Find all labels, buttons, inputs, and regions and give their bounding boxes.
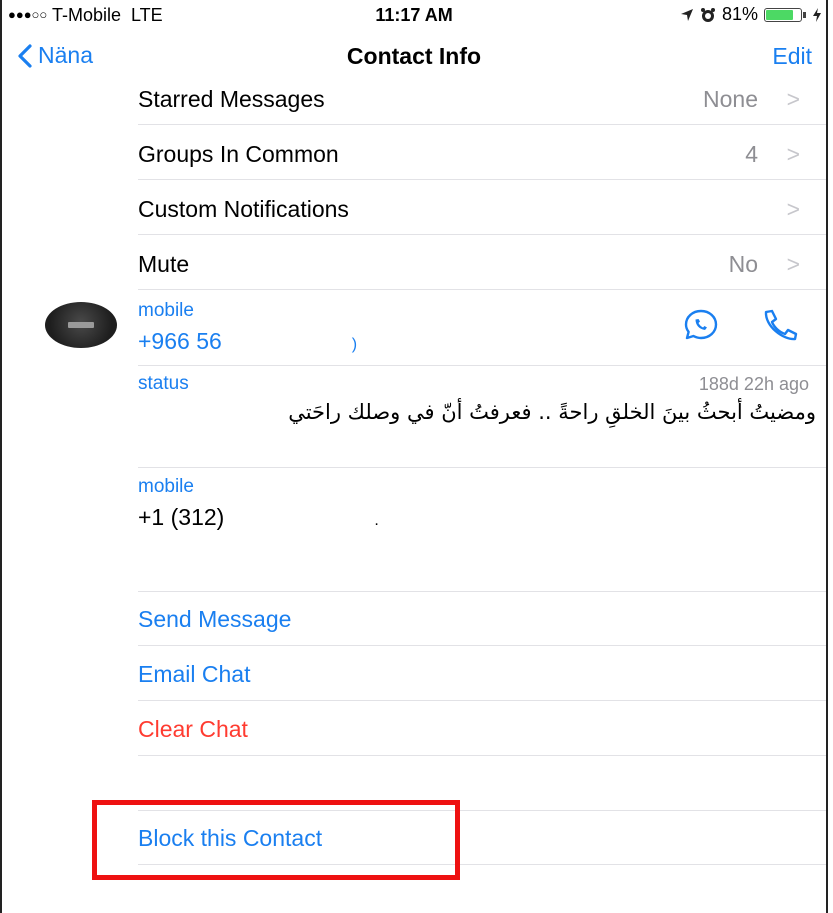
chevron-right-icon: > [786,86,800,112]
row-label: Mute [138,251,190,277]
location-arrow-icon [680,8,693,21]
row-separator [138,700,826,701]
row-separator [138,591,826,592]
alarm-clock-icon [700,7,715,22]
row-separator [138,755,826,756]
charging-bolt-icon [813,7,821,22]
phone-number-text: +966 56 [138,328,222,354]
battery-tip [803,11,806,18]
row-separator [138,289,826,290]
row-value: None [703,86,758,112]
phone-number[interactable]: +1 (312). [138,504,379,531]
status-bar: ●●●○○ T-Mobile LTE 11:17 AM 81% [2,0,826,30]
row-separator [138,645,826,646]
frame-right-border [826,0,828,913]
row-separator [138,365,826,366]
phone-number[interactable]: +966 56) [138,328,357,355]
row-separator [138,124,826,125]
battery-percent: 81% [721,4,758,24]
phone-call-icon[interactable] [760,308,800,342]
chevron-right-icon: > [786,141,800,167]
row-value: No [728,251,758,277]
email-chat-button[interactable]: Email Chat [138,661,250,688]
status-timestamp: 188d 22h ago [698,374,809,394]
status-label: status [138,373,189,394]
row-value: 4 [745,141,758,167]
row-label: Groups In Common [138,141,339,167]
highlight-annotation-box [92,800,460,880]
phone-number-tail: . [374,512,379,529]
clear-chat-button[interactable]: Clear Chat [138,716,248,743]
whatsapp-call-icon[interactable] [683,308,719,342]
phone-label: mobile [138,300,194,321]
send-message-button[interactable]: Send Message [138,606,291,633]
phone-number-tail: ) [351,336,358,353]
page-title: Contact Info [346,43,482,69]
status-bar-right: 81% [680,4,822,25]
navigation-bar: Näna Contact Info Edit [2,30,826,84]
frame-left-border [0,0,2,913]
phone-label: mobile [138,476,194,497]
row-label: Custom Notifications [138,196,349,222]
chevron-right-icon: > [786,196,800,222]
avatar-logo [68,322,94,328]
avatar[interactable] [45,302,117,348]
status-text: ومضيتُ أبحثُ بينَ الخلقِ راحةً .. فعرفتُ… [288,400,816,424]
phone-number-text: +1 (312) [138,504,225,530]
row-label: Starred Messages [138,86,325,112]
chevron-right-icon: > [786,251,800,277]
edit-button[interactable]: Edit [772,43,812,70]
row-separator [138,467,826,468]
battery-icon [764,7,802,22]
row-separator [138,179,826,180]
row-separator [138,234,826,235]
battery-fill [766,9,794,20]
